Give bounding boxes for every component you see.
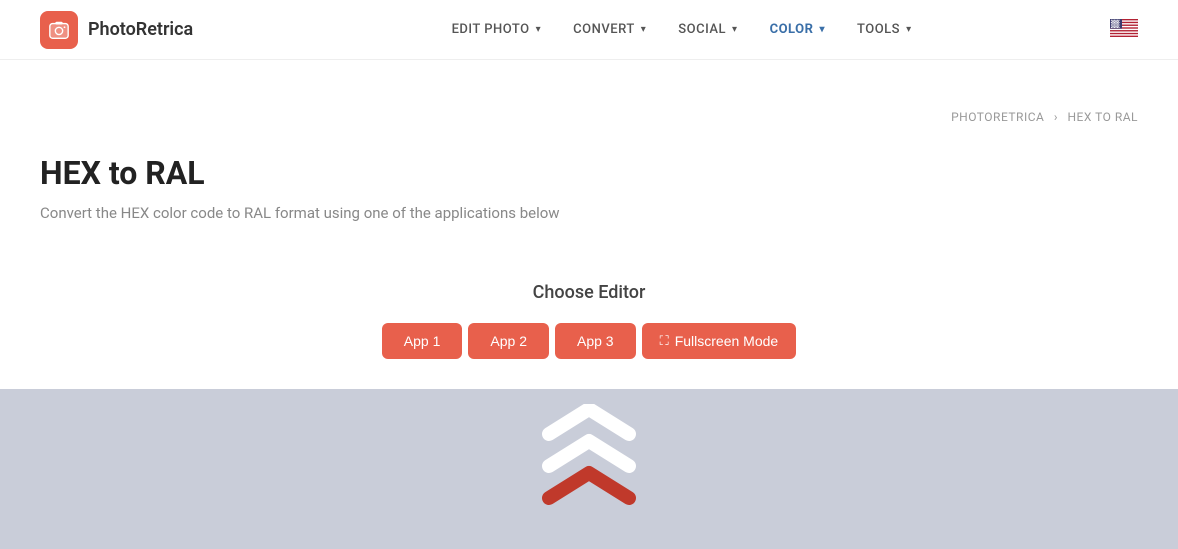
app3-button[interactable]: App 3 (555, 323, 636, 359)
nav-item-tools[interactable]: TOOLS ▾ (845, 16, 924, 43)
chevron-down-icon: ▾ (819, 24, 825, 35)
header: PhotoRetrica EDIT PHOTO ▾ CONVERT ▾ SOCI… (0, 0, 1178, 60)
logo[interactable]: PhotoRetrica (40, 11, 193, 49)
breadcrumb-current: HEX TO RAL (1067, 110, 1138, 124)
app1-button[interactable]: App 1 (382, 323, 463, 359)
logo-icon (40, 11, 78, 49)
page-subtitle: Convert the HEX color code to RAL format… (40, 204, 1138, 222)
chevron-down-icon: ▾ (906, 24, 912, 35)
loading-arrows (524, 404, 654, 534)
fullscreen-icon: ⛶ (660, 333, 669, 349)
editor-buttons: App 1 App 2 App 3 ⛶ Fullscreen Mode (40, 323, 1138, 359)
breadcrumb-home[interactable]: PHOTORETRICA (951, 110, 1044, 124)
logo-text: PhotoRetrica (88, 19, 193, 40)
nav-item-social[interactable]: SOCIAL ▾ (666, 16, 749, 43)
chevron-down-icon: ▾ (732, 24, 738, 35)
main-nav: EDIT PHOTO ▾ CONVERT ▾ SOCIAL ▾ COLOR ▾ … (253, 16, 1110, 43)
breadcrumb: PHOTORETRICA › HEX TO RAL (951, 110, 1138, 124)
breadcrumb-separator: › (1054, 110, 1058, 124)
app2-button[interactable]: App 2 (468, 323, 549, 359)
chevron-down-icon: ▾ (536, 24, 542, 35)
fullscreen-button[interactable]: ⛶ Fullscreen Mode (642, 323, 797, 359)
preview-area (0, 389, 1178, 549)
page-title: HEX to RAL (40, 154, 1138, 192)
chevron-down-icon: ▾ (641, 24, 647, 35)
nav-item-convert[interactable]: CONVERT ▾ (561, 16, 658, 43)
nav-item-edit-photo[interactable]: EDIT PHOTO ▾ (440, 16, 554, 43)
editor-title: Choose Editor (40, 282, 1138, 303)
language-flag[interactable] (1110, 19, 1138, 41)
main-content: PHOTORETRICA › HEX TO RAL HEX to RAL Con… (0, 60, 1178, 389)
editor-section: Choose Editor App 1 App 2 App 3 ⛶ Fullsc… (40, 262, 1138, 389)
nav-item-color[interactable]: COLOR ▾ (758, 16, 837, 43)
